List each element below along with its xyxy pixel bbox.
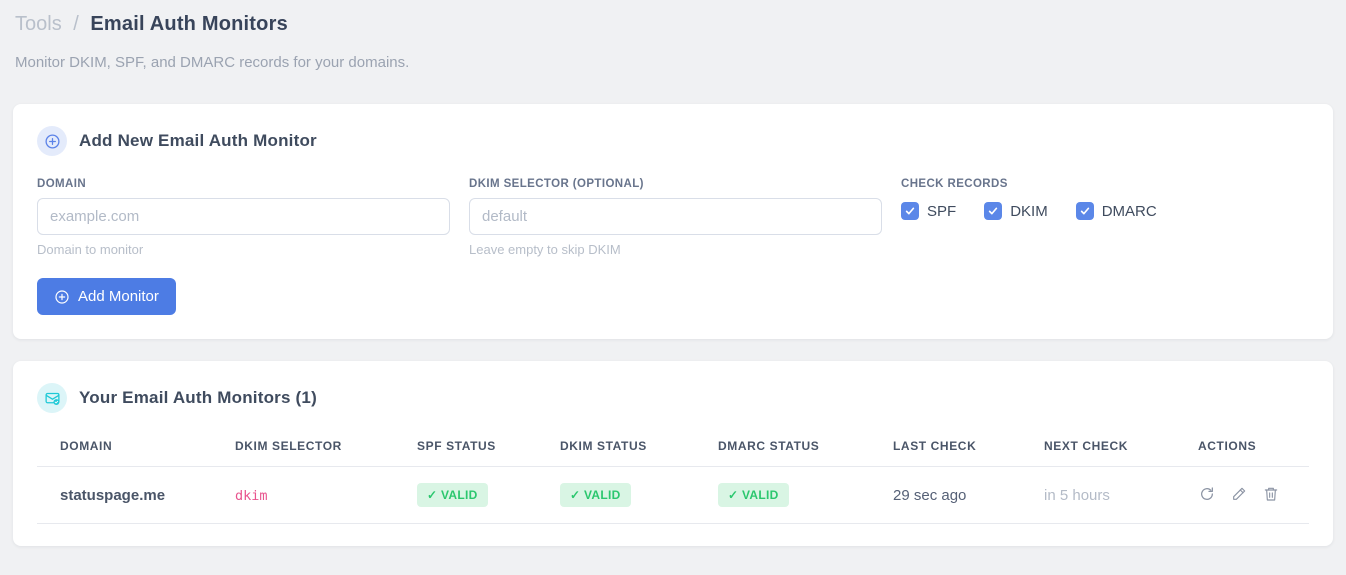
- dkim-status-badge: ✓ VALID: [560, 483, 631, 507]
- breadcrumb: Tools / Email Auth Monitors: [15, 10, 1331, 38]
- column-header-last-check: LAST CHECK: [870, 429, 1021, 467]
- add-monitor-card: Add New Email Auth Monitor DOMAIN Domain…: [13, 104, 1333, 339]
- delete-icon[interactable]: [1262, 485, 1280, 503]
- add-monitor-button[interactable]: Add Monitor: [37, 278, 176, 315]
- monitor-domain: statuspage.me: [37, 466, 212, 524]
- domain-input[interactable]: [37, 198, 450, 235]
- dmarc-status-badge: ✓ VALID: [718, 483, 789, 507]
- check-icon: [988, 207, 998, 215]
- table-row: statuspage.me dkim ✓ VALID ✓ VALID ✓ VAL…: [37, 466, 1309, 524]
- column-header-dkim-selector: DKIM SELECTOR: [212, 429, 394, 467]
- column-header-dkim-status: DKIM STATUS: [537, 429, 695, 467]
- checkbox-spf-label: SPF: [927, 202, 957, 220]
- page-subtitle: Monitor DKIM, SPF, and DMARC records for…: [15, 54, 410, 71]
- email-auth-monitors-page: Tools / Email Auth Monitors Monitor DKIM…: [0, 0, 1346, 546]
- table-header-row: DOMAIN DKIM SELECTOR SPF STATUS DKIM STA…: [37, 429, 1309, 467]
- refresh-icon[interactable]: [1198, 485, 1216, 503]
- monitors-card-title: Your Email Auth Monitors (1): [79, 388, 317, 407]
- edit-icon[interactable]: [1230, 485, 1248, 503]
- checkbox-checked-icon: [901, 202, 919, 220]
- checkbox-checked-icon: [984, 202, 1003, 220]
- monitor-dkim-selector: dkim: [235, 487, 268, 504]
- check-records-group: CHECK RECORDS SPF DKIM DMARC: [901, 178, 1309, 257]
- page-title: Email Auth Monitors: [90, 13, 288, 35]
- monitor-next-check: in 5 hours: [1021, 466, 1175, 524]
- column-header-next-check: NEXT CHECK: [1021, 429, 1175, 467]
- domain-field-label: DOMAIN: [37, 178, 87, 190]
- check-icon: [905, 207, 915, 215]
- add-monitor-form: DOMAIN Domain to monitor DKIM SELECTOR (…: [37, 178, 1309, 257]
- checkbox-spf[interactable]: SPF: [901, 202, 956, 220]
- add-monitor-card-header: Add New Email Auth Monitor: [37, 126, 1309, 156]
- email-check-icon: [37, 383, 67, 413]
- monitors-table: DOMAIN DKIM SELECTOR SPF STATUS DKIM STA…: [37, 429, 1309, 524]
- column-header-domain: DOMAIN: [37, 429, 212, 467]
- plus-circle-icon: [55, 289, 69, 304]
- check-records-label: CHECK RECORDS: [901, 178, 1008, 190]
- breadcrumb-separator: /: [73, 13, 79, 35]
- column-header-dmarc-status: DMARC STATUS: [695, 429, 870, 467]
- check-icon: [1080, 207, 1089, 215]
- spf-status-badge: ✓ VALID: [417, 483, 488, 507]
- breadcrumb-tools-link[interactable]: Tools: [15, 13, 62, 35]
- dkim-selector-field-group: DKIM SELECTOR (OPTIONAL) Leave empty to …: [469, 178, 882, 257]
- monitor-actions: [1175, 466, 1309, 524]
- checkbox-dkim-label: DKIM: [1010, 202, 1048, 220]
- column-header-actions: ACTIONS: [1175, 429, 1309, 467]
- dkim-selector-field-helper: Leave empty to skip DKIM: [469, 242, 621, 257]
- domain-field-helper: Domain to monitor: [37, 242, 144, 257]
- page-header: Tools / Email Auth Monitors Monitor DKIM…: [13, 0, 1333, 71]
- checkbox-checked-icon: [1075, 202, 1094, 220]
- column-header-spf-status: SPF STATUS: [394, 429, 537, 467]
- monitors-card-header: Your Email Auth Monitors (1): [37, 383, 1309, 413]
- plus-circle-icon: [37, 126, 67, 156]
- checkbox-dmarc-label: DMARC: [1101, 202, 1157, 220]
- checkbox-dmarc[interactable]: DMARC: [1075, 202, 1157, 220]
- domain-field-group: DOMAIN Domain to monitor: [37, 178, 450, 257]
- monitors-card: Your Email Auth Monitors (1) DOMAIN DKIM…: [13, 361, 1333, 546]
- checkbox-dkim[interactable]: DKIM: [984, 202, 1048, 220]
- dkim-selector-input[interactable]: [469, 198, 882, 235]
- add-monitor-card-title: Add New Email Auth Monitor: [79, 131, 317, 150]
- check-records-row: SPF DKIM DMARC: [901, 202, 1309, 220]
- dkim-selector-field-label: DKIM SELECTOR (OPTIONAL): [469, 178, 644, 190]
- monitor-last-check: 29 sec ago: [870, 466, 1021, 524]
- add-monitor-button-label: Add Monitor: [78, 288, 159, 305]
